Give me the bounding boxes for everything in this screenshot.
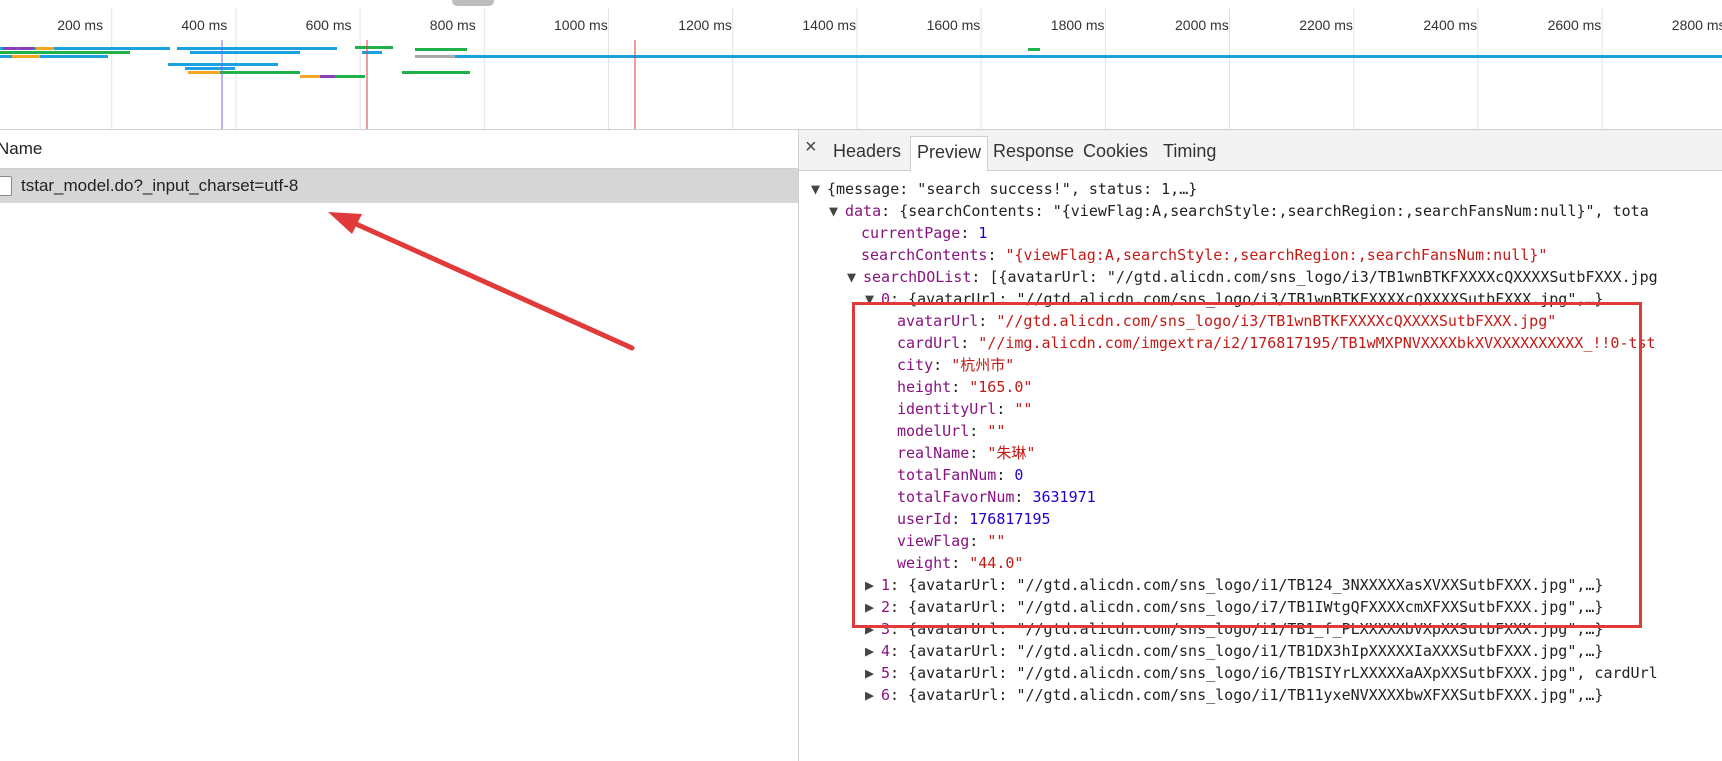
timeline-request-bar <box>455 55 1722 58</box>
timeline-request-bar <box>355 46 393 49</box>
tree-row-field: weight: "44.0" <box>897 554 1024 572</box>
tree-row-field: totalFanNum: 0 <box>897 466 1024 484</box>
timeline-request-bar <box>12 55 40 58</box>
request-file-icon <box>0 176 12 196</box>
collapsed-triangle-icon[interactable]: ▶ <box>865 684 881 706</box>
timeline-request-bar <box>168 63 278 66</box>
tree-row-item[interactable]: ▶ 4: {avatarUrl: "//gtd.alicdn.com/sns_lo… <box>865 640 1603 662</box>
timeline-tick-label: 200 ms <box>57 17 104 33</box>
timeline-tick-label: 800 ms <box>429 17 476 33</box>
collapsed-triangle-icon[interactable]: ▶ <box>865 596 881 618</box>
timeline-tick-label: 1200 ms <box>678 17 732 33</box>
timeline-request-bar <box>415 48 467 51</box>
collapsed-triangle-icon[interactable]: ▶ <box>865 640 881 662</box>
tab-response[interactable]: Response <box>987 136 1080 170</box>
tree-row-field: userId: 176817195 <box>897 510 1051 528</box>
tree-row-item[interactable]: ▶ 6: {avatarUrl: "//gtd.alicdn.com/sns_lo… <box>865 684 1603 706</box>
tree-row-field: city: "杭州市" <box>897 356 1015 374</box>
expanded-triangle-icon[interactable]: ▼ <box>811 178 827 200</box>
tree-row-field: viewFlag: "" <box>897 532 1006 550</box>
timeline-request-bar <box>335 75 365 78</box>
timeline-request-bar <box>108 47 170 50</box>
tree-row-currentpage: currentPage: 1 <box>861 224 988 242</box>
collapsed-triangle-icon[interactable]: ▶ <box>865 662 881 684</box>
network-timeline[interactable]: 200 ms 400 ms 600 ms 800 ms 1000 ms 1200 ms 14… <box>0 0 1722 130</box>
timeline-request-bar <box>177 47 305 50</box>
tree-row-field: identityUrl: "" <box>897 400 1033 418</box>
timeline-request-bar <box>185 67 235 70</box>
tree-row-item[interactable]: ▶ 1: {avatarUrl: "//gtd.alicdn.com/sns_lo… <box>865 574 1603 596</box>
timeline-request-bar <box>0 51 130 54</box>
tree-row-field: height: "165.0" <box>897 378 1033 396</box>
close-icon[interactable]: × <box>805 136 817 159</box>
tree-row-searchdolist[interactable]: ▼ searchDOList: [{avatarUrl: "//gtd.alicd… <box>847 266 1658 288</box>
tree-row-item[interactable]: ▶ 3: {avatarUrl: "//gtd.alicdn.com/sns_lo… <box>865 618 1603 640</box>
timeline-request-bar <box>320 75 335 78</box>
timeline-request-bar <box>402 71 470 74</box>
tree-row-searchcontents: searchContents: "{viewFlag:A,searchStyle… <box>861 246 1548 264</box>
timeline-request-bar <box>415 55 455 58</box>
expanded-triangle-icon[interactable]: ▼ <box>865 288 881 310</box>
timeline-tick-label: 600 ms <box>305 17 352 33</box>
timeline-tick-label: 1400 ms <box>802 17 857 33</box>
timeline-tick-label: 2000 ms <box>1175 17 1229 33</box>
tree-row-field: avatarUrl: "//gtd.alicdn.com/sns_logo/i3… <box>897 312 1557 330</box>
tree-row-root[interactable]: ▼ {message: "search success!", status: 1,… <box>811 178 1197 200</box>
timeline-tick-label: 1800 ms <box>1050 17 1105 33</box>
tree-row-data[interactable]: ▼ data: {searchContents: "{viewFlag:A,sea… <box>829 200 1649 222</box>
tree-row-field: realName: "朱琳" <box>897 444 1036 462</box>
request-detail-pane: × Headers Preview Response Cookies Timin… <box>799 130 1722 761</box>
name-column-label: Name <box>0 139 43 158</box>
collapsed-triangle-icon[interactable]: ▶ <box>865 574 881 596</box>
request-list-pane: Name tstar_model.do?_input_charset=utf-8 <box>0 130 799 761</box>
timeline-request-bar <box>0 55 12 58</box>
timeline-tick-label: 1000 ms <box>554 17 608 33</box>
timeline-tick-label: 2800 ms <box>1671 17 1722 33</box>
tree-row-item-0[interactable]: ▼ 0: {avatarUrl: "//gtd.alicdn.com/sns_lo… <box>865 288 1603 310</box>
timeline-request-bar <box>220 71 300 74</box>
timeline-request-bar <box>1028 48 1040 51</box>
tree-row-field: modelUrl: "" <box>897 422 1006 440</box>
timeline-request-bar <box>18 47 34 50</box>
timeline-request-bar <box>362 51 382 54</box>
tree-row-item[interactable]: ▶ 5: {avatarUrl: "//gtd.alicdn.com/sns_lo… <box>865 662 1658 684</box>
tree-row-item[interactable]: ▶ 2: {avatarUrl: "//gtd.alicdn.com/sns_lo… <box>865 596 1603 618</box>
tab-preview[interactable]: Preview <box>910 136 989 172</box>
timeline-request-bar <box>3 47 17 50</box>
collapsed-triangle-icon[interactable]: ▶ <box>865 618 881 640</box>
timeline-tick-label: 400 ms <box>181 17 228 33</box>
expanded-triangle-icon[interactable]: ▼ <box>847 266 863 288</box>
tree-row-field: cardUrl: "//img.alicdn.com/imgextra/i2/1… <box>897 334 1656 352</box>
timeline-request-bar <box>40 55 108 58</box>
timeline-request-bar <box>36 47 54 50</box>
tab-cookies[interactable]: Cookies <box>1077 136 1154 170</box>
timeline-request-bar <box>305 47 337 50</box>
timeline-request-bar <box>300 75 320 78</box>
timeline-tick-label: 1600 ms <box>926 17 981 33</box>
timeline-request-bar <box>188 71 220 74</box>
tab-headers[interactable]: Headers <box>827 136 907 170</box>
timeline-request-bar <box>190 51 300 54</box>
request-row[interactable]: tstar_model.do?_input_charset=utf-8 <box>0 169 798 203</box>
timeline-tick-label: 2400 ms <box>1423 17 1478 33</box>
expanded-triangle-icon[interactable]: ▼ <box>829 200 845 222</box>
timeline-tick-label: 2200 ms <box>1299 17 1353 33</box>
tab-timing[interactable]: Timing <box>1157 136 1222 170</box>
request-name: tstar_model.do?_input_charset=utf-8 <box>21 176 299 195</box>
tree-row-field: totalFavorNum: 3631971 <box>897 488 1096 506</box>
timeline-tick-label: 2600 ms <box>1547 17 1602 33</box>
detail-tabbar: × Headers Preview Response Cookies Timin… <box>799 130 1722 172</box>
name-column-header[interactable]: Name <box>0 130 798 169</box>
